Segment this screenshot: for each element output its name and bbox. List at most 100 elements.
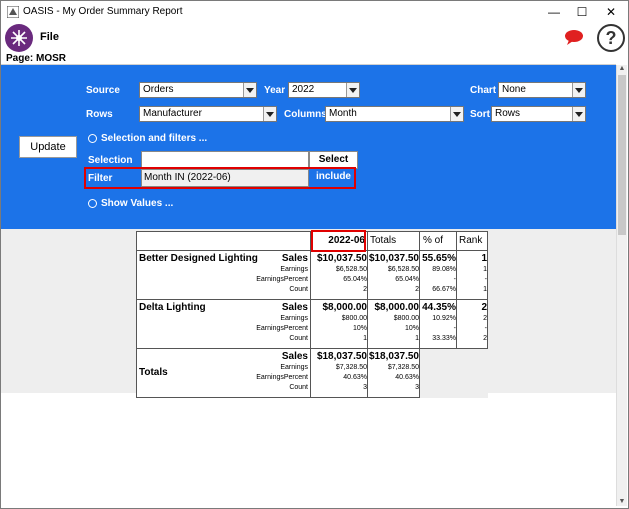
metric-labels: Sales Earnings EarningsPercent Count — [256, 351, 308, 393]
totals-cell: $18,037.50 $7,328.50 40.63% 3 — [367, 348, 420, 398]
metric-sales: Sales — [281, 253, 308, 264]
cell-value: - — [484, 276, 487, 283]
show-values-toggle[interactable]: Show Values ... — [101, 198, 173, 209]
rows-select[interactable]: Manufacturer — [139, 106, 277, 122]
minimize-button[interactable]: — — [543, 4, 565, 20]
chevron-down-icon — [263, 107, 276, 121]
month-header-highlight — [311, 230, 366, 252]
metric-earnings: Earnings — [280, 315, 308, 322]
maximize-button[interactable]: ☐ — [571, 4, 593, 20]
source-select[interactable]: Orders — [139, 82, 257, 98]
table-row-totals: Totals Sales Earnings EarningsPercent Co… — [136, 348, 488, 398]
cell-value: $10,037.50 — [368, 253, 419, 264]
cell-value: - — [453, 325, 456, 332]
totals-cell: $10,037.50 $6,528.50 65.04% 2 — [367, 250, 420, 300]
cell-value: 33.33% — [432, 335, 456, 342]
cell-value: 10.92% — [432, 315, 456, 322]
sort-select[interactable]: Rows — [491, 106, 586, 122]
chevron-down-icon — [572, 83, 585, 97]
header-totals: Totals — [367, 231, 420, 251]
cell-value: 40.63% — [343, 374, 367, 381]
selection-filters-toggle[interactable]: Selection and filters ... — [101, 133, 207, 144]
percent-cell: 44.35% 10.92% - 33.33% — [419, 299, 457, 349]
page-label: Page: MOSR — [6, 53, 67, 64]
cell-value: - — [453, 276, 456, 283]
row-label-cell: Totals Sales Earnings EarningsPercent Co… — [136, 348, 311, 398]
sort-value: Rows — [495, 108, 521, 119]
cell-value: 66.67% — [432, 286, 456, 293]
columns-select[interactable]: Month — [325, 106, 464, 122]
month-cell: $10,037.50 $6,528.50 65.04% 2 — [310, 250, 368, 300]
source-value: Orders — [143, 84, 174, 95]
cell-value: $6,528.50 — [335, 266, 367, 273]
window-title: OASIS - My Order Summary Report — [23, 6, 183, 17]
close-button[interactable]: ✕ — [600, 4, 622, 20]
sort-label: Sort — [470, 109, 490, 120]
metric-labels: Sales Earnings EarningsPercent Count — [256, 302, 308, 344]
cell-value: 89.08% — [432, 266, 456, 273]
cell-value: $10,037.50 — [316, 253, 367, 264]
chart-value: None — [502, 84, 526, 95]
cell-value: $7,328.50 — [387, 364, 419, 371]
scroll-up-icon[interactable]: ▲ — [618, 65, 626, 73]
metric-sales: Sales — [281, 302, 308, 313]
table-row: Delta Lighting Sales Earnings EarningsPe… — [136, 299, 488, 349]
cell-value: 2 — [363, 286, 367, 293]
cell-value: $7,328.50 — [335, 364, 367, 371]
rank-cell: 2 2 - 2 — [456, 299, 488, 349]
chevron-down-icon — [572, 107, 585, 121]
cell-value: 2 — [481, 302, 487, 313]
cell-value: 2 — [415, 286, 419, 293]
vertical-scrollbar[interactable]: ▲ ▼ — [616, 65, 627, 506]
metric-earnings: Earnings — [280, 266, 308, 273]
oasis-logo-icon — [5, 24, 33, 52]
row-label-cell: Better Designed Lighting Sales Earnings … — [136, 250, 311, 300]
collapse-circle-icon[interactable] — [88, 134, 97, 143]
columns-label: Columns — [284, 109, 327, 120]
filter-highlight — [84, 167, 356, 189]
header-rank: Rank — [456, 231, 488, 251]
source-label: Source — [86, 85, 120, 96]
year-select[interactable]: 2022 — [288, 82, 360, 98]
chevron-down-icon — [450, 107, 463, 121]
year-value: 2022 — [292, 84, 315, 95]
cell-value: 3 — [415, 384, 419, 391]
chevron-down-icon — [243, 83, 256, 97]
chart-select[interactable]: None — [498, 82, 586, 98]
rows-value: Manufacturer — [143, 108, 202, 119]
cell-value: $8,000.00 — [322, 302, 368, 313]
rank-cell: 1 1 - 1 — [456, 250, 488, 300]
cell-value: 44.35% — [422, 302, 456, 313]
update-button[interactable]: Update — [19, 136, 77, 158]
empty-cell — [419, 348, 457, 398]
expand-circle-icon[interactable] — [88, 199, 97, 208]
metric-count: Count — [289, 384, 308, 391]
cell-value: $6,528.50 — [387, 266, 419, 273]
scroll-down-icon[interactable]: ▼ — [618, 498, 626, 506]
cell-value: 2 — [483, 315, 487, 322]
scrollbar-thumb[interactable] — [618, 75, 626, 235]
metric-earnings: Earnings — [280, 364, 308, 371]
file-menu[interactable]: File — [40, 31, 59, 43]
cell-value: 1 — [415, 335, 419, 342]
cell-value: 55.65% — [422, 253, 456, 264]
percent-cell: 55.65% 89.08% - 66.67% — [419, 250, 457, 300]
selection-label: Selection — [88, 155, 133, 166]
help-icon[interactable]: ? — [597, 24, 625, 52]
cell-value: 1 — [481, 253, 487, 264]
cell-value: - — [484, 325, 487, 332]
cell-value: $800.00 — [341, 315, 367, 322]
cell-value: 1 — [363, 335, 367, 342]
row-label-cell: Delta Lighting Sales Earnings EarningsPe… — [136, 299, 311, 349]
row-name: Totals — [139, 367, 168, 378]
rows-label: Rows — [86, 109, 113, 120]
chart-label: Chart — [470, 85, 497, 96]
cell-value: 65.04% — [343, 276, 367, 283]
totals-cell: $8,000.00 $800.00 10% 1 — [367, 299, 420, 349]
cell-value: $8,000.00 — [374, 302, 420, 313]
cell-value: 10% — [404, 325, 419, 332]
metric-sales: Sales — [281, 351, 308, 362]
summary-table: 2022-06 Totals % of Rank Better Designed… — [136, 231, 488, 398]
chat-bubble-icon[interactable] — [564, 29, 584, 45]
cell-value: $18,037.50 — [368, 351, 419, 362]
